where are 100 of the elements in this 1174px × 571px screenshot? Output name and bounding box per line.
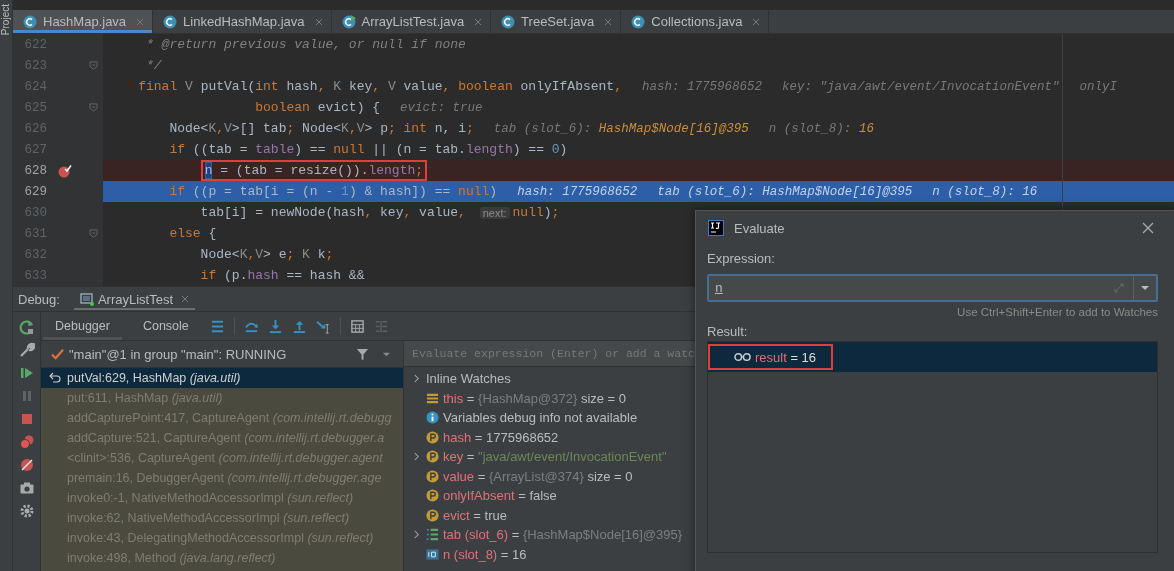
code-text: V xyxy=(185,79,194,94)
close-icon[interactable] xyxy=(474,17,483,26)
return-arrow-icon xyxy=(49,372,61,384)
fold-icon[interactable] xyxy=(88,229,98,238)
code-text: ; xyxy=(551,205,560,220)
code-text: final xyxy=(137,79,179,94)
parameter-hint: next: xyxy=(479,206,510,219)
code-text: onlyIfAbsent xyxy=(520,79,615,94)
field-icon xyxy=(426,391,439,405)
inline-value-hint: n (slot_8): 16 xyxy=(932,184,1038,199)
code-comment: */ xyxy=(145,58,162,73)
code-text: || (n = tab. xyxy=(372,142,466,157)
editor-tab[interactable]: TreeSet.java xyxy=(491,10,622,33)
expression-field[interactable]: n xyxy=(707,274,1158,302)
field-label: Result: xyxy=(707,324,749,339)
editor-tab[interactable]: HashMap.java xyxy=(13,10,154,33)
variable-entry[interactable]: n (slot_8) = 16 xyxy=(443,546,527,562)
code-text: = (tab = resize()). xyxy=(219,162,369,179)
tree-label[interactable]: Inline Watches xyxy=(426,371,511,387)
caret-icon xyxy=(1140,283,1150,293)
breakpoints-icon[interactable] xyxy=(18,434,35,450)
code-text: , xyxy=(348,121,357,136)
class-icon xyxy=(163,14,178,29)
code-text: ; xyxy=(286,247,296,262)
step-out-icon[interactable] xyxy=(291,318,307,334)
code-text: (p. xyxy=(224,268,248,283)
parameter-icon xyxy=(426,508,439,522)
variable-entry[interactable]: this = {HashMap@372} size = 0 xyxy=(443,390,627,406)
variable-entry[interactable]: value = {ArrayList@374} size = 0 xyxy=(443,468,633,484)
breakpoint-icon[interactable] xyxy=(58,163,72,178)
line-number: 629 xyxy=(23,184,47,199)
editor-tab[interactable]: ArrayListTest.java xyxy=(331,10,492,33)
camera-icon[interactable] xyxy=(18,480,35,496)
variable-entry[interactable]: onlyIfAbsent = false xyxy=(443,488,557,504)
fold-icon[interactable] xyxy=(88,61,98,70)
menu-icon[interactable] xyxy=(209,318,225,334)
filter-icon[interactable] xyxy=(356,347,369,361)
inline-value-hint: evict: true xyxy=(400,100,483,115)
code-text: ) xyxy=(543,205,552,220)
variable-entry[interactable]: key = "java/awt/event/InvocationEvent" xyxy=(443,449,667,465)
array-icon xyxy=(426,528,439,542)
close-icon[interactable] xyxy=(1142,222,1154,234)
primitive-icon xyxy=(426,547,439,561)
parameter-icon xyxy=(426,489,439,503)
rerun-icon[interactable] xyxy=(18,319,35,335)
code-text: ; xyxy=(415,162,424,179)
variable-entry[interactable]: hash = 1775968652 xyxy=(443,429,559,445)
wrench-icon[interactable] xyxy=(18,342,35,358)
code-text: > p xyxy=(364,121,388,136)
result-row[interactable]: result = 16 xyxy=(708,342,1157,372)
code-text: length xyxy=(368,162,416,179)
code-text: null xyxy=(458,184,490,199)
variable-entry[interactable]: tab (slot_6) = {HashMap$Node[16]@395} xyxy=(443,527,683,543)
trace-icon[interactable] xyxy=(373,318,389,334)
code-text: ((tab = xyxy=(192,142,249,157)
code-text: V xyxy=(255,247,264,262)
code-text: value xyxy=(403,79,443,94)
mute-breakpoints-icon[interactable] xyxy=(18,457,35,473)
parameter-icon xyxy=(426,469,439,483)
code-text: ) xyxy=(559,142,568,157)
window-icon xyxy=(79,292,94,306)
variable-entry[interactable]: evict = true xyxy=(443,507,507,523)
code-text: ; xyxy=(325,247,334,262)
settings-icon[interactable] xyxy=(18,503,35,519)
editor-tab[interactable]: LinkedHashMap.java xyxy=(153,10,332,33)
code-text: , xyxy=(216,121,225,136)
expression-input[interactable]: n xyxy=(709,280,1113,296)
debugger-tab[interactable]: Console xyxy=(130,312,201,340)
parameter-icon xyxy=(426,450,439,464)
debug-session-tab[interactable]: ArrayListTest xyxy=(73,288,196,310)
code-text: if xyxy=(168,184,186,199)
close-icon[interactable] xyxy=(181,295,190,303)
close-icon[interactable] xyxy=(752,17,761,26)
code-text: K xyxy=(341,121,349,136)
calculator-icon[interactable] xyxy=(349,318,365,334)
close-icon[interactable] xyxy=(604,17,613,26)
project-tool-tab[interactable]: Project xyxy=(0,4,12,36)
info-icon xyxy=(426,411,439,425)
step-into-icon[interactable] xyxy=(267,318,283,334)
editor-tab[interactable]: Collections.java xyxy=(621,10,770,33)
code-text: key xyxy=(348,79,373,94)
glasses-icon xyxy=(734,352,751,362)
close-icon[interactable] xyxy=(314,17,323,26)
tree-label[interactable]: Variables debug info not available xyxy=(443,410,638,426)
code-text: evict) { xyxy=(317,100,381,115)
resume-icon[interactable] xyxy=(18,365,35,381)
code-text: n, i xyxy=(434,121,466,136)
run-to-cursor-icon[interactable] xyxy=(315,318,331,334)
stack-frame[interactable]: putVal:629, HashMap (java.util) xyxy=(41,368,403,388)
code-comment: * @return previous value, or null if none xyxy=(145,37,466,52)
code-text: ) == xyxy=(512,142,545,157)
fold-icon[interactable] xyxy=(88,103,98,112)
code-text: tab[i] = newNode(hash xyxy=(199,205,365,220)
expand-icon[interactable] xyxy=(1113,282,1125,294)
code-text: > e xyxy=(263,247,287,262)
code-text: Node< xyxy=(302,121,342,136)
hint-text: Use Ctrl+Shift+Enter to add to Watches xyxy=(957,306,1158,318)
class-icon xyxy=(631,14,646,29)
code-text: null xyxy=(512,205,544,220)
code-text: K xyxy=(302,247,311,262)
